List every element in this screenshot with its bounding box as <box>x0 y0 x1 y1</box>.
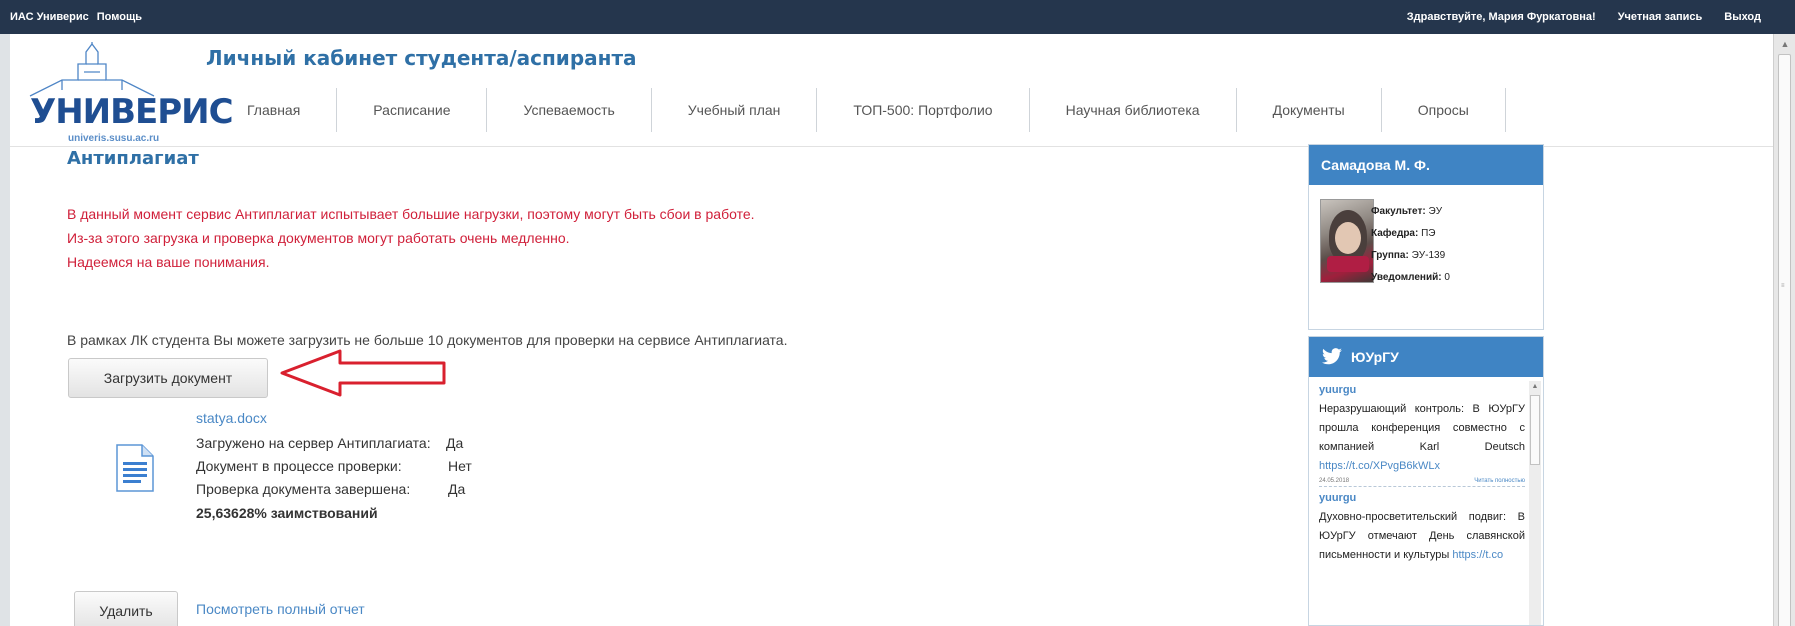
scroll-up-icon[interactable]: ▲ <box>1774 36 1795 52</box>
main-nav: Главная Расписание Успеваемость Учебный … <box>201 88 1506 132</box>
tweet-text: Духовно-просветительский подвиг: В ЮУрГУ… <box>1319 511 1525 561</box>
scroll-thumb[interactable] <box>1530 395 1540 465</box>
tweet-link[interactable]: https://t.co <box>1452 549 1503 561</box>
twitter-title: ЮУрГУ <box>1351 349 1399 365</box>
file-info: statya.docx Загружено на сервер Антиплаг… <box>196 410 472 525</box>
cabinet-title: Личный кабинет студента/аспиранта <box>206 46 637 70</box>
profile-field: Факультет: ЭУ <box>1371 206 1443 217</box>
nav-divider <box>1504 88 1506 132</box>
page-content: УНИВЕРИС univeris.susu.ac.ru Личный каби… <box>10 34 1773 626</box>
status-label: Проверка документа завершена: <box>196 481 411 497</box>
tweet-read-more[interactable]: Читать полностью <box>1474 476 1525 486</box>
greeting-text: Здравствуйте, Мария Фуркатовна! <box>1406 11 1596 23</box>
full-report-link[interactable]: Посмотреть полный отчет <box>196 601 365 617</box>
twitter-scrollbar[interactable]: ▲ <box>1529 381 1541 625</box>
logo-url: univeris.susu.ac.ru <box>68 133 160 144</box>
twitter-widget: ЮУрГУ yuurgu Неразрушающий контроль: В Ю… <box>1308 336 1544 626</box>
profile-fields: Факультет: ЭУ Кафедра: ПЭ Группа: ЭУ-139… <box>1371 201 1450 289</box>
help-link[interactable]: Помощь <box>97 11 142 23</box>
nav-item-library[interactable]: Научная библиотека <box>1028 88 1236 132</box>
file-status-row: Документ в процессе проверки: Нет <box>196 455 472 478</box>
profile-field: Уведомлений: 0 <box>1371 272 1450 283</box>
document-icon <box>116 444 154 492</box>
profile-field: Кафедра: ПЭ <box>1371 228 1436 239</box>
delete-button[interactable]: Удалить <box>74 591 178 626</box>
nav-item-grades[interactable]: Успеваемость <box>486 88 650 132</box>
status-value: Да <box>448 481 466 497</box>
tweet-text: Неразрушающий контроль: В ЮУрГУ прошла к… <box>1319 403 1525 472</box>
status-value: Да <box>446 435 464 451</box>
plagiarism-result: 25,63628% заимствований <box>196 505 378 521</box>
tweet-date: 24.05.2018 <box>1319 478 1350 484</box>
nav-item-portfolio[interactable]: ТОП-500: Портфолио <box>816 88 1028 132</box>
page-title: Антиплагиат <box>67 148 199 169</box>
upload-limit-info: В рамках ЛК студента Вы можете загрузить… <box>67 332 788 348</box>
file-name-link[interactable]: statya.docx <box>196 410 472 426</box>
scroll-up-icon[interactable]: ▲ <box>1529 381 1541 393</box>
file-status-row: Проверка документа завершена: Да <box>196 478 472 501</box>
avatar <box>1320 199 1374 283</box>
nav-item-home[interactable]: Главная <box>201 88 336 132</box>
tweet-meta: 24.05.2018 Читать полностью <box>1319 476 1525 487</box>
warning-line: Надеемся на ваше понимания. <box>67 254 270 270</box>
page-scrollbar[interactable]: ▲ ≡ <box>1773 34 1795 626</box>
tweet-user[interactable]: yuurgu <box>1319 489 1525 508</box>
status-label: Загружено на сервер Антиплагиата: <box>196 435 431 451</box>
tweet-user[interactable]: yuurgu <box>1319 381 1525 400</box>
nav-item-schedule[interactable]: Расписание <box>336 88 486 132</box>
file-status-row: Загружено на сервер Антиплагиата: Да <box>196 432 472 455</box>
account-link[interactable]: Учетная запись <box>1618 11 1703 23</box>
red-arrow-annotation <box>280 349 446 397</box>
scroll-thumb[interactable]: ≡ <box>1778 54 1791 626</box>
univeris-logo[interactable]: УНИВЕРИС univeris.susu.ac.ru <box>22 42 234 160</box>
status-value: Нет <box>448 458 472 474</box>
profile-field: Группа: ЭУ-139 <box>1371 250 1446 261</box>
logout-link[interactable]: Выход <box>1724 11 1761 23</box>
upload-document-button[interactable]: Загрузить документ <box>68 358 268 398</box>
warning-line: В данный момент сервис Антиплагиат испыт… <box>67 206 755 222</box>
status-label: Документ в процессе проверки: <box>196 458 402 474</box>
nav-item-documents[interactable]: Документы <box>1235 88 1381 132</box>
twitter-header: ЮУрГУ <box>1309 337 1543 377</box>
profile-name[interactable]: Самадова М. Ф. <box>1309 145 1543 185</box>
nav-item-curriculum[interactable]: Учебный план <box>650 88 817 132</box>
twitter-feed: yuurgu Неразрушающий контроль: В ЮУрГУ п… <box>1319 381 1525 565</box>
profile-card: Самадова М. Ф. Факультет: ЭУ Кафедра: ПЭ… <box>1308 144 1544 330</box>
warning-line: Из-за этого загрузка и проверка документ… <box>67 230 570 246</box>
warning-message: В данный момент сервис Антиплагиат испыт… <box>67 202 755 274</box>
tweet-link[interactable]: https://t.co/XPvgB6kWLx <box>1319 460 1440 472</box>
grip-icon: ≡ <box>1781 283 1785 289</box>
nav-item-surveys[interactable]: Опросы <box>1380 88 1505 132</box>
twitter-bird-icon <box>1322 348 1342 365</box>
top-bar: ИАС Универис Помощь Здравствуйте, Мария … <box>0 0 1795 34</box>
app-name-link[interactable]: ИАС Универис <box>10 11 89 23</box>
